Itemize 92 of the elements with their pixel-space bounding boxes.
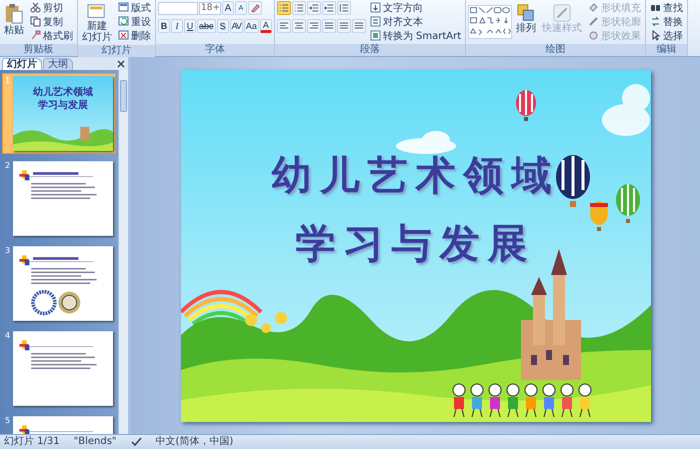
shape-gallery[interactable] <box>468 2 512 42</box>
slide-thumbnail-item[interactable]: 5 <box>2 413 116 434</box>
thumbnail-title: 学习与发展 <box>38 99 88 112</box>
clipboard-icon <box>4 3 24 25</box>
center-button[interactable] <box>292 19 306 33</box>
numbered-list-icon <box>294 3 304 13</box>
align-left-icon <box>278 21 289 31</box>
slide-counter: 幻灯片 1/31 <box>4 436 60 448</box>
eraser-icon <box>250 3 260 13</box>
scrollbar[interactable] <box>118 70 128 434</box>
swap-icon <box>650 16 662 27</box>
format-button[interactable]: Aa <box>244 19 259 33</box>
arrange-button[interactable]: 排列 <box>514 1 538 36</box>
grow-font-button[interactable]: A <box>222 1 234 15</box>
align-text-button[interactable]: 对齐文本 <box>368 15 464 28</box>
cloud-drawing <box>396 130 456 154</box>
format-button[interactable]: I <box>171 19 183 33</box>
copy-button[interactable]: 复制 <box>28 15 75 28</box>
delete-icon <box>118 30 129 41</box>
increase-indent-button[interactable] <box>322 1 336 15</box>
group-label: 字体 <box>156 44 274 56</box>
align-right-icon <box>308 21 319 31</box>
group-label: 剪贴板 <box>0 44 77 56</box>
thumbnail-title: 幼儿艺术领域 <box>33 86 93 99</box>
group-label: 段落 <box>274 44 466 56</box>
format-button[interactable]: A <box>260 19 272 33</box>
pane-tab[interactable]: 幻灯片 <box>2 58 42 70</box>
format-painter-button[interactable]: 格式刷 <box>28 29 75 42</box>
delete-button[interactable]: 删除 <box>116 29 153 42</box>
replace-button[interactable]: 替换 <box>648 15 686 28</box>
layout-button[interactable]: 版式 <box>116 1 153 14</box>
select-button[interactable]: 选择 <box>648 29 686 42</box>
slide-thumbnail-item[interactable]: 1 幼儿艺术领域 学习与发展 <box>2 73 116 154</box>
convert-smartart-button[interactable]: 转换为 SmartArt <box>368 29 464 42</box>
paste-button[interactable]: 粘贴 <box>2 1 26 38</box>
scissors-icon <box>30 2 41 13</box>
outdent-icon <box>308 3 319 13</box>
find-button[interactable]: 查找 <box>648 1 686 14</box>
hot-air-balloon-drawing <box>616 182 640 222</box>
close-icon[interactable] <box>117 60 125 68</box>
pane-tab[interactable]: 大纲 <box>43 58 73 70</box>
align-center-icon <box>294 21 304 31</box>
line-spacing-button[interactable] <box>336 1 351 15</box>
format-button[interactable]: abc <box>197 19 216 33</box>
smartart-icon <box>370 30 381 41</box>
slide-title: 学习与发展 <box>296 220 536 268</box>
distribute-icon <box>338 21 349 31</box>
line-spacing-icon <box>338 3 349 13</box>
align-text-icon <box>370 16 381 27</box>
text-direction-button[interactable]: 文字方向 <box>368 1 464 14</box>
slide-thumbnail-item[interactable]: 2 <box>2 158 116 239</box>
columns-button[interactable] <box>352 19 366 33</box>
hot-air-balloon-drawing <box>516 88 536 120</box>
cut-button[interactable]: 剪切 <box>28 1 75 14</box>
bullet-list-icon <box>278 3 289 13</box>
theme-name: "Blends" <box>74 436 117 448</box>
layout-icon <box>118 2 129 13</box>
arrange-icon <box>516 3 536 23</box>
copy-icon <box>30 16 41 27</box>
reset-button[interactable]: 重设 <box>116 15 153 28</box>
clear-format-button[interactable] <box>248 1 262 15</box>
format-button[interactable]: S <box>216 19 229 33</box>
reset-icon <box>118 16 129 27</box>
decrease-indent-button[interactable] <box>306 1 321 15</box>
language-indicator: 中文(简体，中国) <box>156 436 234 448</box>
format-button[interactable]: AV <box>230 19 243 33</box>
group-label: 幻灯片 <box>78 45 155 57</box>
cursor-icon <box>650 30 662 41</box>
font-size-field[interactable]: 18+ <box>199 2 221 14</box>
slide-thumbnail-item[interactable]: 4 <box>2 328 116 409</box>
indent-icon <box>324 3 334 13</box>
align-left-button[interactable] <box>276 19 291 33</box>
bullets-button[interactable] <box>276 1 291 15</box>
format-button[interactable]: U <box>184 19 196 33</box>
font-name-field[interactable] <box>158 2 198 14</box>
justify-button[interactable] <box>322 19 336 33</box>
binoculars-icon <box>650 2 662 13</box>
cloud-drawing <box>602 84 650 136</box>
format-button[interactable]: B <box>158 19 170 33</box>
spell-check-icon[interactable] <box>130 437 142 447</box>
slide-title: 幼儿艺术领域 <box>272 152 560 200</box>
group-label: 绘图 <box>466 44 646 56</box>
group-label: 编辑 <box>646 44 688 56</box>
numbering-button[interactable] <box>292 1 306 15</box>
text-direction-icon <box>370 2 381 13</box>
new-slide-button[interactable]: 新建 幻灯片 <box>80 1 114 45</box>
justify-icon <box>324 21 334 31</box>
circle-icon <box>588 30 600 41</box>
slide-thumbnail-item[interactable]: 3 <box>2 243 116 324</box>
distribute-button[interactable] <box>336 19 351 33</box>
align-right-button[interactable] <box>306 19 321 33</box>
columns-icon <box>354 21 364 31</box>
